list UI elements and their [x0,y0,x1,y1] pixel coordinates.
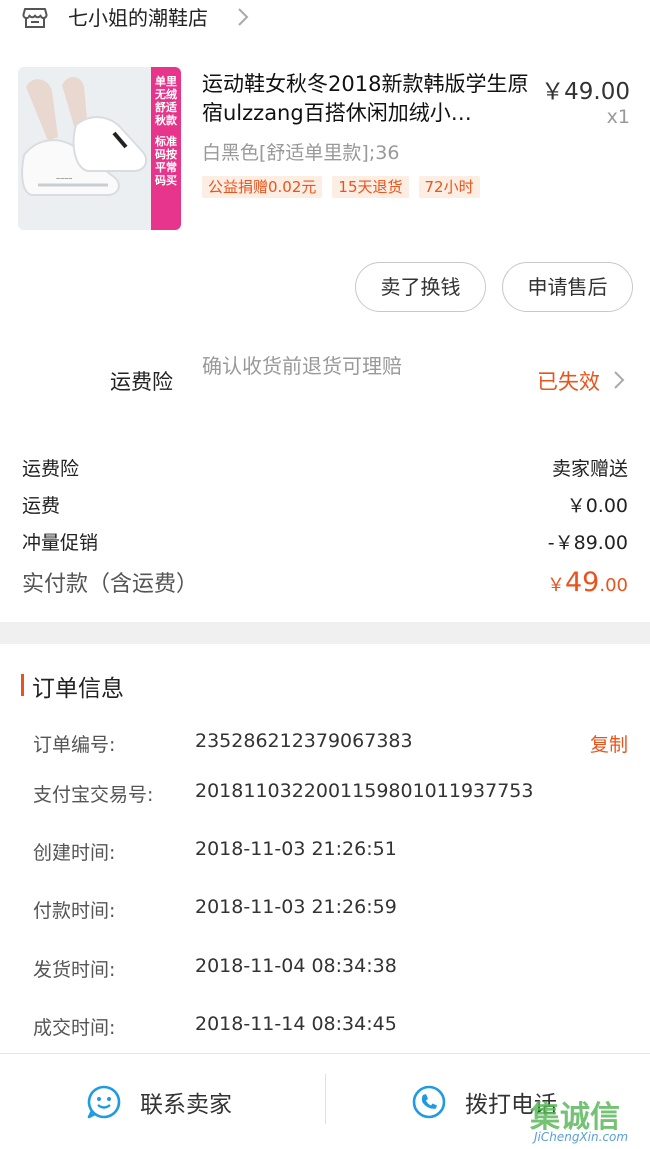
store-icon [22,8,48,28]
total-decimal: .00 [599,575,628,596]
sell-button[interactable]: 卖了换钱 [355,262,486,312]
chevron-right-icon [238,8,249,26]
total-amount: ￥49.00 [547,567,628,598]
info-label: 支付宝交易号: [33,784,154,806]
shop-header[interactable]: 七小姐的潮鞋店 [0,0,650,40]
fee-row: 冲量促销 -￥89.00 [22,528,628,555]
copy-button[interactable]: 复制 [590,730,628,757]
info-value: 2018-11-03 21:26:51 [195,838,397,860]
svg-text:~~~~: ~~~~ [56,176,72,183]
total-currency: ￥ [547,575,565,596]
tag-return: 15天退货 [332,176,409,198]
after-sale-button[interactable]: 申请售后 [502,262,633,312]
badge-line: 码按 [155,148,177,161]
total-label: 实付款（含运费） [22,572,199,597]
info-label: 成交时间: [33,1017,116,1039]
badge-line: 单里 [155,75,177,88]
info-value: 2018-11-14 08:34:45 [195,1013,397,1035]
info-label: 发货时间: [33,959,116,981]
watermark-subtext: JiChengXin.com [534,1130,629,1144]
tag-shipping: 72小时 [418,176,480,198]
info-label: 创建时间: [33,842,116,864]
fee-value: 卖家赠送 [551,458,628,480]
phone-icon [412,1085,446,1119]
product-price: ￥49.00 [541,79,630,105]
badge-line: 码买 [155,174,177,187]
fee-row: 运费 ￥0.00 [22,491,628,518]
info-value: 2018-11-03 21:26:59 [195,896,397,918]
watermark-logo: 集诚信 JiChengXin.com [530,1092,650,1146]
tag-charity: 公益捐赠0.02元 [202,176,323,198]
section-accent-bar [21,674,24,696]
insurance-label: 运费险 [110,370,173,394]
fee-label: 冲量促销 [22,532,99,554]
fee-label: 运费 [22,495,61,517]
section-divider [0,622,650,644]
service-tags: 公益捐赠0.02元 15天退货 72小时 [202,176,490,198]
insurance-description: 确认收货前退货可理赔 [202,354,402,378]
total-row: 实付款（含运费） ￥49.00 [22,566,628,598]
badge-line: 平常 [155,161,177,174]
total-integer: 49 [565,567,600,598]
product-title[interactable]: 运动鞋女秋冬2018新款韩版学生原宿ulzzang百搭休闲加绒小… [202,70,537,128]
info-value: 2018110322001159801011937753 [195,780,534,802]
order-info-title: 订单信息 [32,676,124,702]
contact-seller-button[interactable]: 联系卖家 [86,1054,232,1149]
fee-value: -￥89.00 [547,532,628,554]
info-label: 订单编号: [33,734,116,756]
shop-name[interactable]: 七小姐的潮鞋店 [68,4,208,32]
badge-line: 无绒 [155,88,177,101]
badge-line: 标准 [155,135,177,148]
shoe-illustration: ~~~~ [18,67,151,230]
chat-smile-icon [87,1085,121,1119]
fee-row: 运费险 卖家赠送 [22,454,628,481]
product-image[interactable]: ~~~~ 单里 无绒 舒适 秋款 标准 码按 平常 码买 [18,67,181,230]
product-image-badge: 单里 无绒 舒适 秋款 标准 码按 平常 码买 [151,67,181,230]
info-value: 235286212379067383 [195,730,413,752]
contact-seller-label: 联系卖家 [140,1092,232,1118]
badge-line: 秋款 [155,114,177,127]
fee-label: 运费险 [22,458,80,480]
insurance-status[interactable]: 已失效 [537,366,600,396]
chevron-right-icon[interactable] [613,370,625,390]
info-label: 付款时间: [33,900,116,922]
badge-line: 舒适 [155,101,177,114]
bottom-bar-divider [325,1074,326,1124]
product-sku: 白黑色[舒适单里款];36 [202,142,400,164]
info-value: 2018-11-04 08:34:38 [195,955,397,977]
product-quantity: x1 [606,106,630,128]
fee-value: ￥0.00 [566,495,628,517]
